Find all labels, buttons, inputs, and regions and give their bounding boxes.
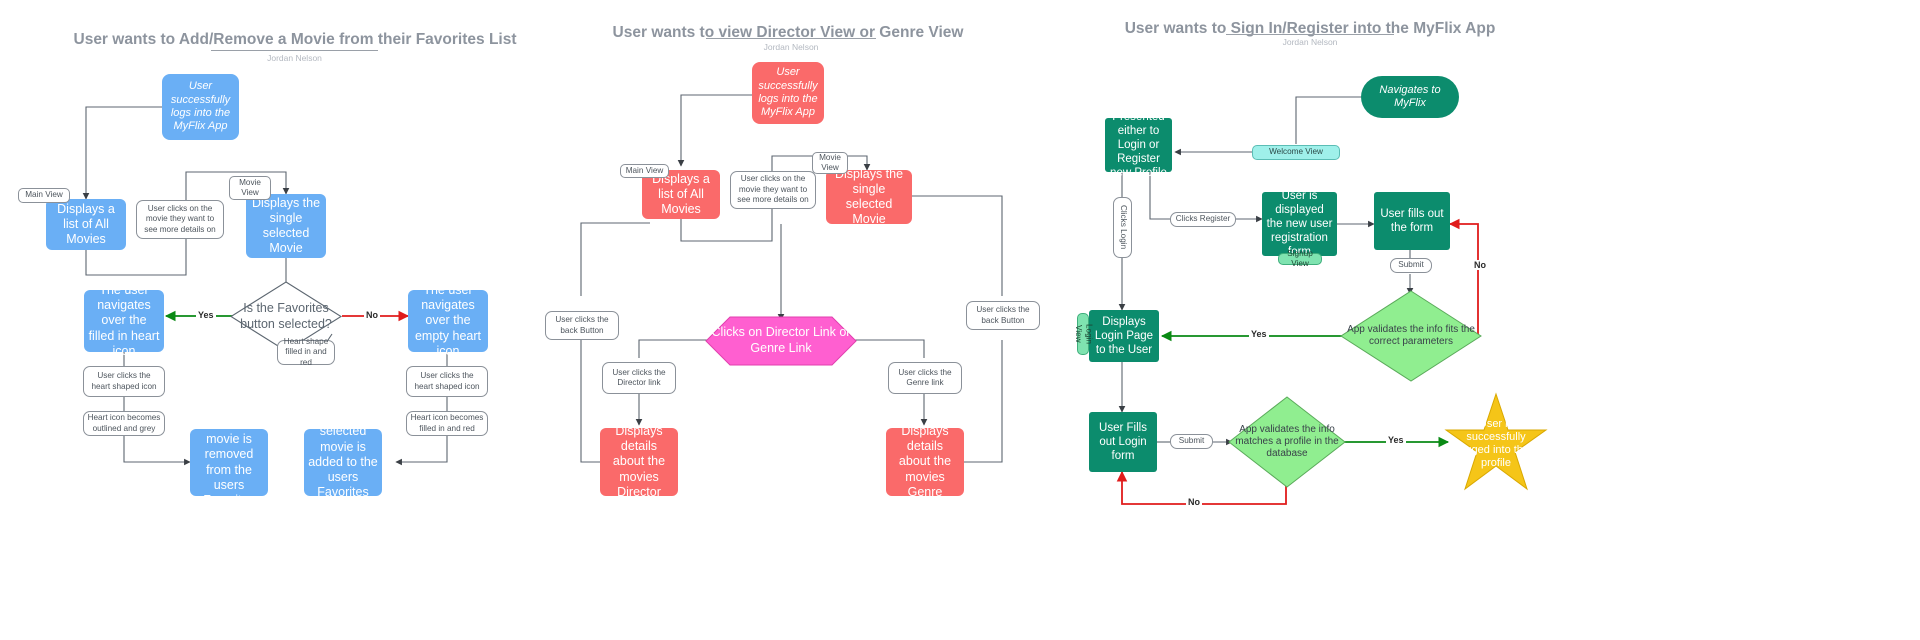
panel-title-director-genre: User wants to view Director View or Genr… [612, 24, 964, 41]
note-clicks-register: Clicks Register [1170, 212, 1236, 227]
node-fills-login-form[interactable]: User Fills out Login form [1089, 412, 1157, 472]
note-heart-filled-red-2: Heart icon becomes filled in and red [406, 411, 488, 436]
note-click-heart-right: User clicks the heart shaped icon [406, 366, 488, 397]
validates-profile-label: App validates the info matches a profile… [1235, 423, 1339, 460]
note-heart-outlined-grey: Heart icon becomes outlined and grey [83, 411, 165, 436]
node-presented-login-register[interactable]: Presented either to Login or Register ne… [1105, 111, 1172, 179]
note-heart-filled-red: Heart shape filled in and red [277, 337, 335, 367]
note-click-movie-1: User clicks on the movie they want to se… [136, 200, 224, 239]
node-movie-removed[interactable]: The selected movie is removed from the u… [190, 402, 268, 522]
title-rule-3 [1226, 34, 1394, 35]
tag-signup-view: Signup View [1278, 249, 1322, 268]
note-director-link: User clicks the Director link [602, 362, 676, 394]
edge-label-yes-bottom: Yes [1386, 435, 1406, 445]
note-submit-bottom: Submit [1170, 434, 1213, 449]
tag-main-view-1: Main View [18, 188, 70, 203]
title-rule-1 [211, 50, 378, 51]
edge-label-no-1: No [364, 310, 380, 320]
node-login-page[interactable]: Displays Login Page to the User [1089, 310, 1159, 362]
tag-welcome-view: Welcome View [1252, 145, 1340, 160]
tag-movie-view-2: Movie View [812, 152, 848, 174]
node-single-movie-2[interactable]: Displays the single selected Movie [826, 167, 912, 226]
note-submit-top: Submit [1390, 258, 1432, 273]
node-clicks-link[interactable]: Clicks on Director Link or Genre Link [705, 316, 857, 366]
note-click-movie-2: User clicks on the movie they want to se… [730, 171, 816, 209]
note-genre-link: User clicks the Genre link [888, 362, 962, 394]
node-navigates-to-myflix[interactable]: Navigates to MyFlix [1361, 76, 1459, 118]
tag-movie-view-1: Movie View [229, 176, 271, 200]
panel-title-signin: User wants to Sign In/Register into the … [1124, 20, 1496, 37]
edge-label-yes-1: Yes [196, 310, 216, 320]
panel-author-director-genre: Jordan Nelson [763, 42, 819, 52]
title-rule-2 [706, 38, 876, 39]
node-login-start-2[interactable]: User successfully logs into the MyFlix A… [752, 62, 824, 124]
note-back-button-right: User clicks the back Button [966, 301, 1040, 330]
diagram-canvas: User wants to Add/Remove a Movie from th… [0, 0, 1920, 640]
note-clicks-login: Clicks Login [1113, 197, 1132, 258]
panel-author-signin: Jordan Nelson [1282, 37, 1338, 47]
node-success-star[interactable]: User is successfully logged into their p… [1442, 392, 1550, 496]
tag-main-view-2: Main View [620, 164, 669, 178]
edge-label-yes-top: Yes [1249, 329, 1269, 339]
tag-login-view: Login View [1074, 313, 1093, 355]
node-movie-added[interactable]: The selected movie is added to the users… [304, 409, 382, 515]
edge-label-no-bottom: No [1186, 497, 1202, 507]
node-nav-empty-heart[interactable]: The user navigates over the empty heart … [408, 283, 488, 358]
success-label: User is successfully logged into their p… [1456, 417, 1536, 470]
node-nav-filled-heart[interactable]: The user navigates over the filled in he… [84, 283, 164, 358]
node-registration-form[interactable]: User is displayed the new user registrat… [1262, 190, 1337, 258]
panel-title-favorites: User wants to Add/Remove a Movie from th… [73, 31, 517, 48]
node-login-start-1[interactable]: User successfully logs into the MyFlix A… [162, 74, 239, 140]
panel-author-favorites: Jordan Nelson [267, 53, 322, 63]
node-validates-parameters[interactable]: App validates the info fits the correct … [1340, 290, 1482, 382]
clicks-link-label: Clicks on Director Link or Genre Link [711, 325, 851, 355]
note-click-heart-left: User clicks the heart shaped icon [83, 366, 165, 397]
node-director-details[interactable]: Displays details about the movies Direct… [600, 424, 678, 499]
node-fills-out-form[interactable]: User fills out the form [1374, 192, 1450, 250]
validates-params-label: App validates the info fits the correct … [1347, 323, 1475, 347]
node-validates-profile[interactable]: App validates the info matches a profile… [1228, 396, 1346, 488]
edge-label-no-top: No [1472, 260, 1488, 270]
node-single-movie-1[interactable]: Displays the single selected Movie [246, 194, 326, 258]
note-back-button-left: User clicks the back Button [545, 311, 619, 340]
node-all-movies-1[interactable]: Displays a list of All Movies [46, 199, 126, 250]
node-genre-details[interactable]: Displays details about the movies Genre [886, 424, 964, 499]
